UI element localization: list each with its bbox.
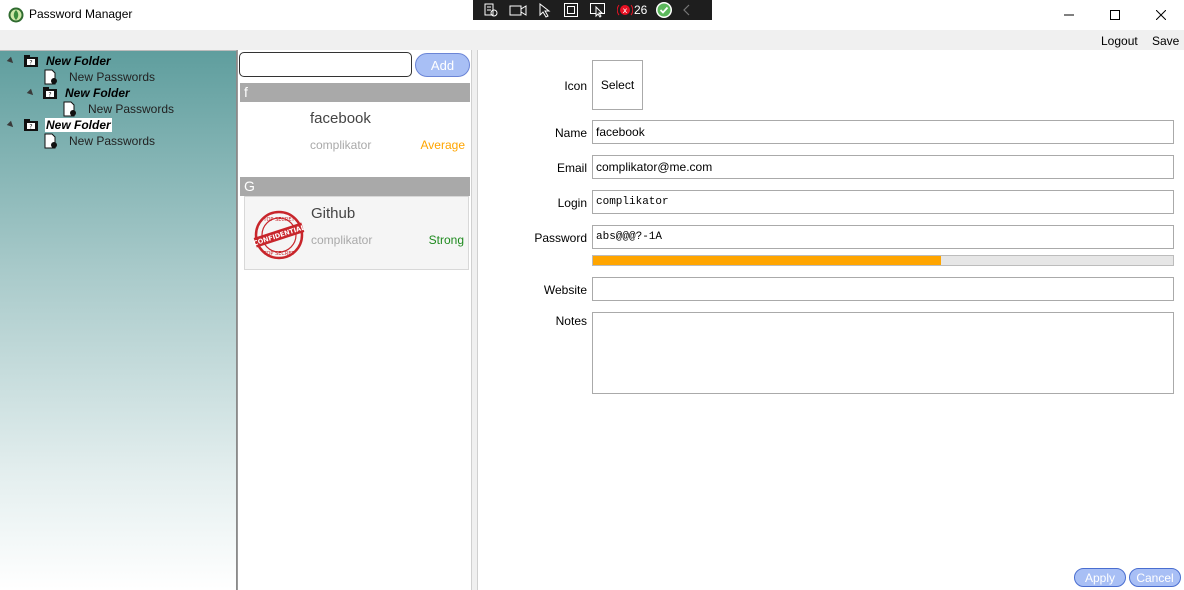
tree-item-node[interactable]: New Passwords	[62, 101, 174, 117]
maximize-icon	[1110, 10, 1120, 20]
video-camera-icon	[509, 5, 527, 16]
track-focus-button[interactable]	[589, 0, 607, 20]
notes-label: Notes	[555, 314, 587, 328]
minimize-icon	[1064, 14, 1074, 16]
svg-text:?: ?	[48, 92, 51, 99]
hot-reload-status[interactable]	[655, 0, 673, 20]
record-button[interactable]	[509, 0, 527, 20]
select-icon-button[interactable]: Select	[592, 60, 643, 110]
select-element-button[interactable]	[537, 0, 553, 20]
list-item[interactable]: TOP SECRET TOP SECRET CONFIDENTIAL Githu…	[244, 196, 469, 270]
website-field[interactable]	[592, 277, 1174, 301]
entry-user: complikator	[311, 233, 373, 247]
login-label: Login	[557, 196, 587, 210]
password-list: Add f facebook complikator Average G TOP…	[238, 50, 471, 590]
expand-arrow-icon[interactable]	[6, 56, 16, 66]
display-layout-adorners-button[interactable]	[563, 0, 579, 20]
email-label: Email	[556, 161, 587, 175]
entry-strength: Average	[420, 138, 465, 152]
cursor-select-icon	[539, 2, 551, 18]
close-button[interactable]	[1138, 0, 1184, 30]
svg-text:CONFIDENTIAL: CONFIDENTIAL	[253, 223, 305, 247]
group-header: f	[240, 83, 470, 102]
visual-tree-icon	[484, 3, 498, 17]
folder-lock-icon: ?	[43, 87, 57, 99]
menu-bar: Logout Save	[0, 30, 1184, 50]
tree-item-node[interactable]: New Passwords	[43, 133, 155, 149]
svg-text:?: ?	[29, 60, 32, 67]
tree-item-label: New Passwords	[69, 134, 156, 148]
email-field[interactable]: complikator@me.com	[592, 155, 1174, 179]
group-header: G	[240, 177, 470, 196]
binding-failures-indicator[interactable]: x 26	[617, 0, 647, 20]
password-label: Password	[534, 231, 587, 245]
entry-strength: Strong	[428, 233, 464, 247]
track-focus-icon	[590, 3, 605, 18]
save-button[interactable]: Save	[1152, 34, 1179, 48]
collapse-toolbar-button[interactable]	[683, 0, 691, 20]
apply-button[interactable]: Apply	[1074, 568, 1126, 587]
password-file-icon	[63, 101, 76, 117]
entry-user: complikator	[310, 138, 372, 152]
entry-name: facebook	[310, 110, 371, 127]
tree-folder-node[interactable]: ? New Folder	[6, 53, 112, 69]
chevron-left-icon	[683, 4, 690, 16]
expand-arrow-icon[interactable]	[26, 88, 36, 98]
login-field[interactable]: complikator	[592, 190, 1174, 214]
password-field[interactable]: abs@@@?-1A	[592, 225, 1174, 249]
website-label: Website	[543, 283, 587, 297]
tree-folder-node-selected[interactable]: ? New Folder	[6, 117, 112, 133]
logout-button[interactable]: Logout	[1101, 34, 1138, 48]
tree-item-node[interactable]: New Passwords	[43, 69, 155, 85]
add-button[interactable]: Add	[415, 53, 470, 77]
svg-text:TOP SECRET: TOP SECRET	[262, 217, 295, 223]
folder-lock-icon: ?	[24, 55, 38, 67]
layout-adorner-icon	[564, 3, 578, 17]
name-field[interactable]: facebook	[592, 120, 1174, 144]
app-logo-icon	[8, 7, 24, 23]
svg-text:?: ?	[29, 124, 32, 131]
icon-label: Icon	[564, 79, 587, 93]
tree-item-label: New Passwords	[88, 102, 175, 116]
tree-folder-label: New Folder	[45, 118, 112, 132]
svg-text:TOP SECRET: TOP SECRET	[262, 251, 295, 257]
folder-tree: ? New Folder New Passwords ? New Folder …	[0, 50, 237, 590]
tree-item-label: New Passwords	[69, 70, 156, 84]
binding-error-icon: x	[617, 4, 633, 16]
close-icon	[1156, 10, 1166, 20]
minimize-button[interactable]	[1046, 0, 1092, 30]
list-item[interactable]: facebook complikator Average	[244, 102, 469, 176]
debug-toolbar: x 26	[473, 0, 712, 20]
entry-details-form: Icon Select Name facebook Email complika…	[478, 50, 1184, 590]
search-input[interactable]	[239, 52, 412, 77]
password-file-icon	[44, 69, 57, 85]
check-circle-icon	[656, 2, 673, 18]
name-label: Name	[554, 126, 587, 140]
entry-name: Github	[311, 205, 356, 222]
tree-folder-node[interactable]: ? New Folder	[26, 85, 131, 101]
password-manager-window: Password Manager x 26 Logout Save ? New …	[0, 0, 1184, 590]
password-strength-bar	[592, 255, 1174, 266]
password-strength-fill	[593, 256, 941, 265]
panel-splitter[interactable]	[471, 50, 478, 590]
maximize-button[interactable]	[1092, 0, 1138, 30]
expand-arrow-icon[interactable]	[6, 120, 16, 130]
binding-failures-count: 26	[634, 3, 648, 17]
live-visual-tree-button[interactable]	[483, 0, 499, 20]
cancel-button[interactable]: Cancel	[1129, 568, 1181, 587]
window-title: Password Manager	[29, 7, 133, 21]
password-file-icon	[44, 133, 57, 149]
notes-field[interactable]	[592, 312, 1174, 394]
tree-folder-label: New Folder	[46, 54, 111, 68]
tree-folder-label: New Folder	[65, 86, 130, 100]
folder-lock-icon: ?	[24, 119, 38, 131]
confidential-stamp-icon: TOP SECRET TOP SECRET CONFIDENTIAL	[253, 210, 305, 260]
svg-text:x: x	[623, 6, 628, 15]
